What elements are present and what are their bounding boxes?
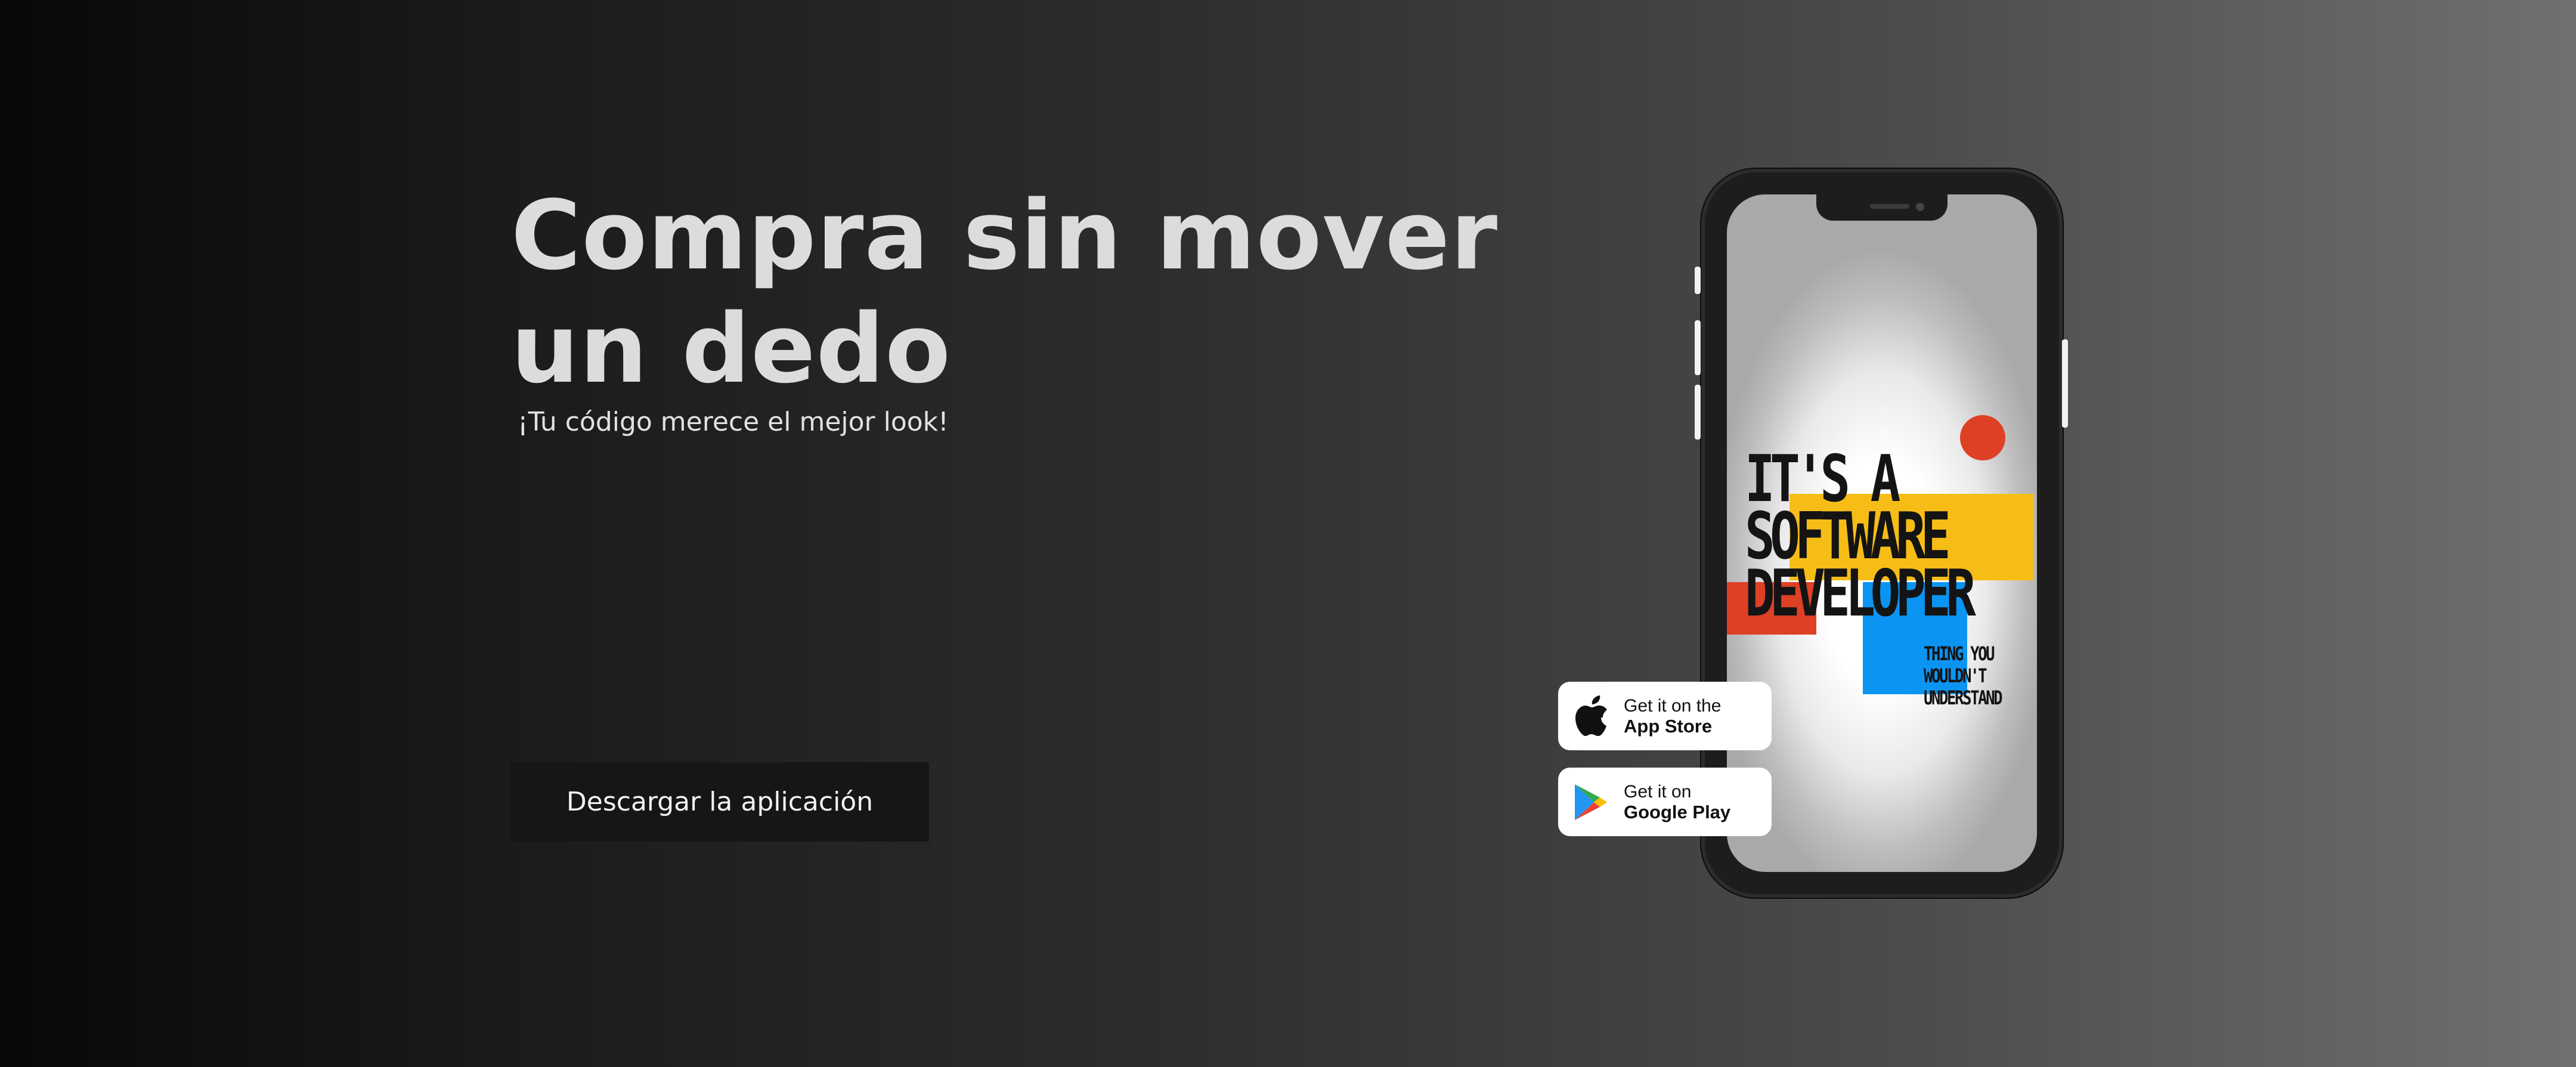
- phone-notch: [1816, 194, 1948, 221]
- apple-icon: [1571, 695, 1611, 737]
- app-store-badge-line2: App Store: [1624, 715, 1713, 737]
- app-store-badge-line1: Get it on the: [1624, 695, 1722, 716]
- phone-volume-down-button: [1695, 385, 1701, 440]
- google-play-badge-line2: Google Play: [1624, 801, 1731, 822]
- google-play-icon: [1571, 781, 1611, 823]
- camera-icon: [1916, 203, 1924, 211]
- poster-headline: IT'S A SOFTWARE DEVELOPER: [1745, 442, 1976, 631]
- hero-subtitle: ¡Tu código merece el mejor look!: [518, 407, 949, 437]
- app-store-badge[interactable]: Get it on the App Store: [1558, 682, 1772, 750]
- download-app-button[interactable]: Descargar la aplicación: [510, 762, 929, 842]
- phone-mute-switch: [1695, 267, 1701, 294]
- google-play-badge-line1: Get it on: [1624, 781, 1692, 802]
- phone-power-button: [2062, 339, 2068, 428]
- google-play-badge[interactable]: Get it on Google Play: [1558, 768, 1772, 836]
- hero-title: Compra sin mover un dedo: [511, 180, 1498, 404]
- phone-volume-up-button: [1695, 320, 1701, 375]
- poster-tagline: THING YOU WOULDN'T UNDERSTAND: [1924, 642, 2003, 709]
- phone-speaker: [1870, 204, 1909, 209]
- phone-screen: IT'S A SOFTWARE DEVELOPER THING YOU WOUL…: [1727, 194, 2037, 872]
